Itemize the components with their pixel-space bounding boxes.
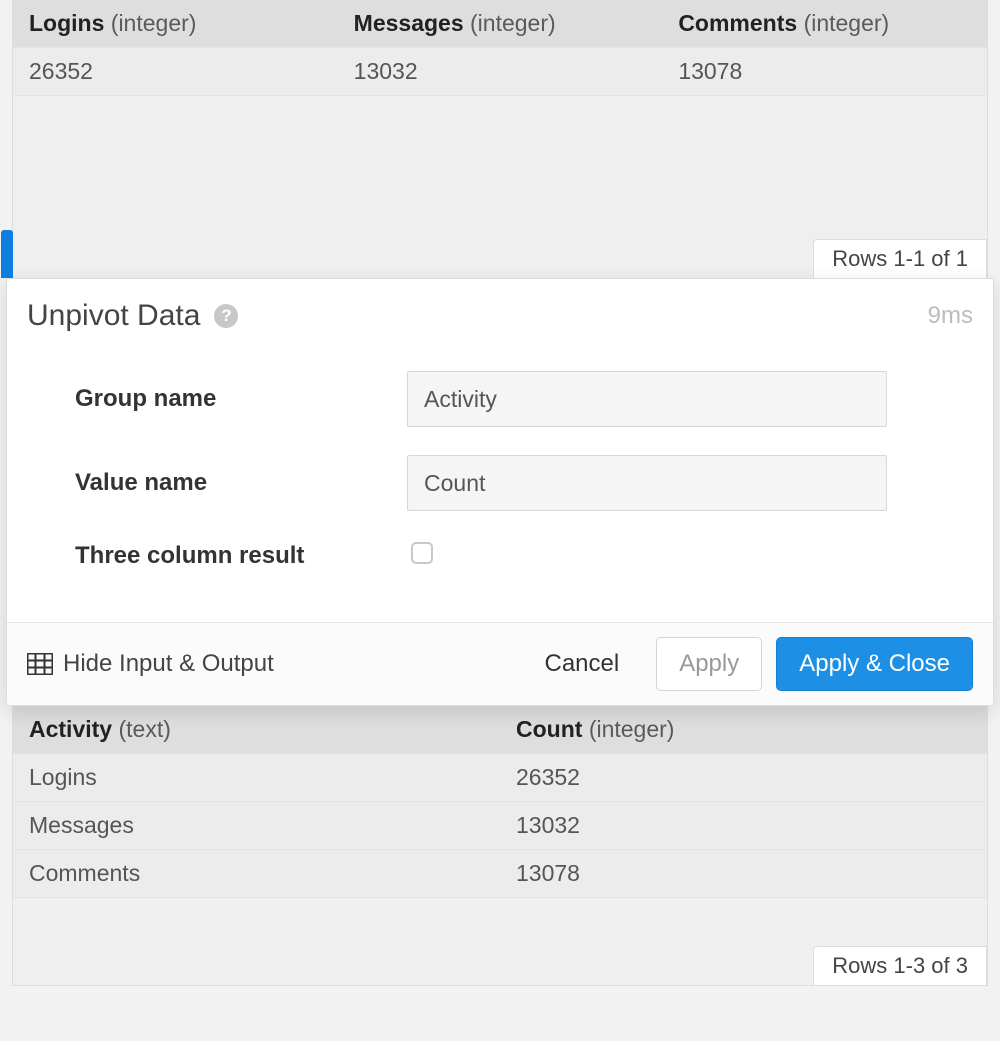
table-row: Logins 26352 [13,754,987,802]
input-column-header[interactable]: Logins (integer) [13,0,338,48]
table-row: 26352 13032 13078 [13,48,987,96]
output-table-container: Activity (text) Count (integer) Logins 2… [12,706,988,986]
value-name-label: Value name [27,469,407,497]
output-column-header[interactable]: Activity (text) [13,706,500,754]
dialog-title: Unpivot Data [27,299,200,333]
form-row-value-name: Value name [27,455,973,511]
value-name-input[interactable] [407,455,887,511]
input-column-header[interactable]: Messages (integer) [338,0,663,48]
dialog-footer: Hide Input & Output Cancel Apply Apply &… [7,622,993,705]
column-type: (integer) [804,10,890,36]
table-cell: Messages [13,802,500,850]
group-name-input[interactable] [407,371,887,427]
unpivot-dialog: Unpivot Data ? 9ms Group name Value name… [6,278,994,706]
apply-close-button[interactable]: Apply & Close [776,637,973,691]
active-step-indicator [1,230,13,278]
table-cell: 13078 [500,850,987,898]
table-cell: Logins [13,754,500,802]
table-cell: 13032 [338,48,663,96]
table-cell: 13032 [500,802,987,850]
column-name: Count [516,716,582,742]
table-cell: 26352 [500,754,987,802]
dialog-body: Group name Value name Three column resul… [7,341,993,622]
output-row-counter: Rows 1-3 of 3 [813,946,987,985]
dialog-header: Unpivot Data ? 9ms [7,279,993,341]
hide-io-label: Hide Input & Output [63,650,274,678]
form-row-three-column: Three column result [27,539,973,572]
column-type: (text) [118,716,170,742]
column-name: Messages [354,10,464,36]
input-column-header[interactable]: Comments (integer) [662,0,987,48]
column-type: (integer) [589,716,675,742]
execution-time: 9ms [928,302,973,330]
cancel-button[interactable]: Cancel [521,637,642,691]
column-type: (integer) [111,10,197,36]
group-name-label: Group name [27,385,407,413]
input-table-container: Logins (integer) Messages (integer) Comm… [12,0,988,278]
table-cell: 13078 [662,48,987,96]
three-column-checkbox[interactable] [411,542,433,564]
table-cell: 26352 [13,48,338,96]
help-icon[interactable]: ? [214,304,238,328]
column-type: (integer) [470,10,556,36]
column-name: Logins [29,10,104,36]
table-row: Messages 13032 [13,802,987,850]
column-name: Comments [678,10,797,36]
form-row-group-name: Group name [27,371,973,427]
table-row: Comments 13078 [13,850,987,898]
table-cell: Comments [13,850,500,898]
output-column-header[interactable]: Count (integer) [500,706,987,754]
apply-button[interactable]: Apply [656,637,762,691]
input-row-counter: Rows 1-1 of 1 [813,239,987,278]
output-table: Activity (text) Count (integer) Logins 2… [13,706,987,898]
column-name: Activity [29,716,112,742]
dialog-title-group: Unpivot Data ? [27,299,238,333]
input-table: Logins (integer) Messages (integer) Comm… [13,0,987,96]
three-column-label: Three column result [27,542,407,570]
hide-input-output-toggle[interactable]: Hide Input & Output [27,650,274,678]
table-grid-icon [27,653,53,675]
